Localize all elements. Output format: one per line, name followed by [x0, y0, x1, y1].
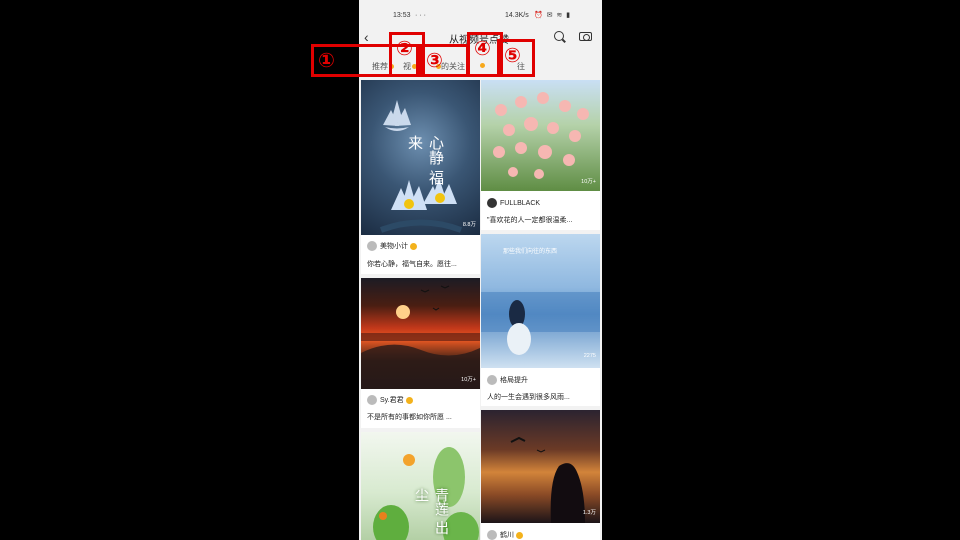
image-overlay-text: 青莲 出尘: [413, 488, 449, 535]
search-icon[interactable]: [554, 31, 564, 41]
likes-count: 10万+: [461, 377, 476, 383]
author-name[interactable]: Sy.君君: [367, 395, 413, 406]
avatar: [367, 241, 377, 252]
verified-badge-icon: [405, 396, 413, 404]
roses-image: 10万+: [481, 80, 600, 191]
lotus-image: 心静 福来 8.8万: [361, 80, 480, 235]
feed-card[interactable]: 那些我们向往的东西 2275 格局提升 人的一生会遇到很多风雨...: [481, 234, 600, 406]
network-speed: 14.3K/s: [505, 12, 529, 19]
post-caption: "喜欢花的人一定都很温柔...: [487, 217, 573, 224]
post-caption: 不是所有的事都如你所愿 ...: [367, 414, 452, 421]
post-caption: 人的一生会遇到很多风雨...: [487, 394, 570, 401]
image-overlay-text: 心静 福来: [406, 135, 445, 185]
likes-count: 8.8万: [462, 222, 476, 228]
avatar: [487, 198, 497, 208]
sunset-silhouette-image: 1.3万: [481, 410, 600, 523]
likes-count: 10万+: [581, 179, 596, 185]
chevron-left-icon[interactable]: ‹: [364, 29, 369, 45]
author-name[interactable]: 鹤川: [487, 530, 523, 540]
feed-card[interactable]: 1.3万 鹤川: [481, 410, 600, 540]
verified-badge-icon: [516, 531, 523, 539]
annotation-marker-3: ③: [419, 44, 469, 77]
author-name[interactable]: 格局提升: [487, 375, 528, 386]
status-dots: ···: [415, 12, 428, 19]
phone-screen: 13:53 ··· 14.3K/s ⏰ ✉ ≋ ▮ ‹ 从视频号点赞 推荐 视 …: [359, 0, 602, 540]
feed-card[interactable]: 10万+ Sy.君君 不是所有的事都如你所愿 ...: [361, 278, 480, 428]
status-time: 13:53: [393, 12, 411, 19]
likes-count: 2275: [583, 353, 596, 359]
green-lotus-image: 青莲 出尘: [361, 432, 480, 540]
post-caption: 你若心静，福气自来。愿往...: [367, 261, 457, 268]
image-overlay-text: 那些我们向往的东西: [503, 248, 558, 255]
verified-badge-icon: [410, 242, 417, 250]
author-name[interactable]: FULLBLACK: [487, 198, 540, 208]
avatar: [367, 395, 377, 406]
sea-image: 那些我们向往的东西 2275: [481, 234, 600, 368]
sunset-image: 10万+: [361, 278, 480, 389]
author-name[interactable]: 美物小计: [367, 241, 417, 252]
camera-icon[interactable]: [579, 32, 592, 41]
annotation-marker-5: ⑤: [497, 39, 535, 77]
avatar: [487, 375, 497, 386]
status-icons: ⏰ ✉ ≋ ▮: [534, 12, 572, 19]
likes-count: 1.3万: [582, 510, 596, 516]
feed-card[interactable]: 青莲 出尘: [361, 432, 480, 540]
feed-card[interactable]: 10万+ FULLBLACK "喜欢花的人一定都很温柔...: [481, 80, 600, 230]
feed-card[interactable]: 心静 福来 8.8万 美物小计 你若心静，福气自来。愿往...: [361, 80, 480, 274]
avatar: [487, 530, 497, 540]
